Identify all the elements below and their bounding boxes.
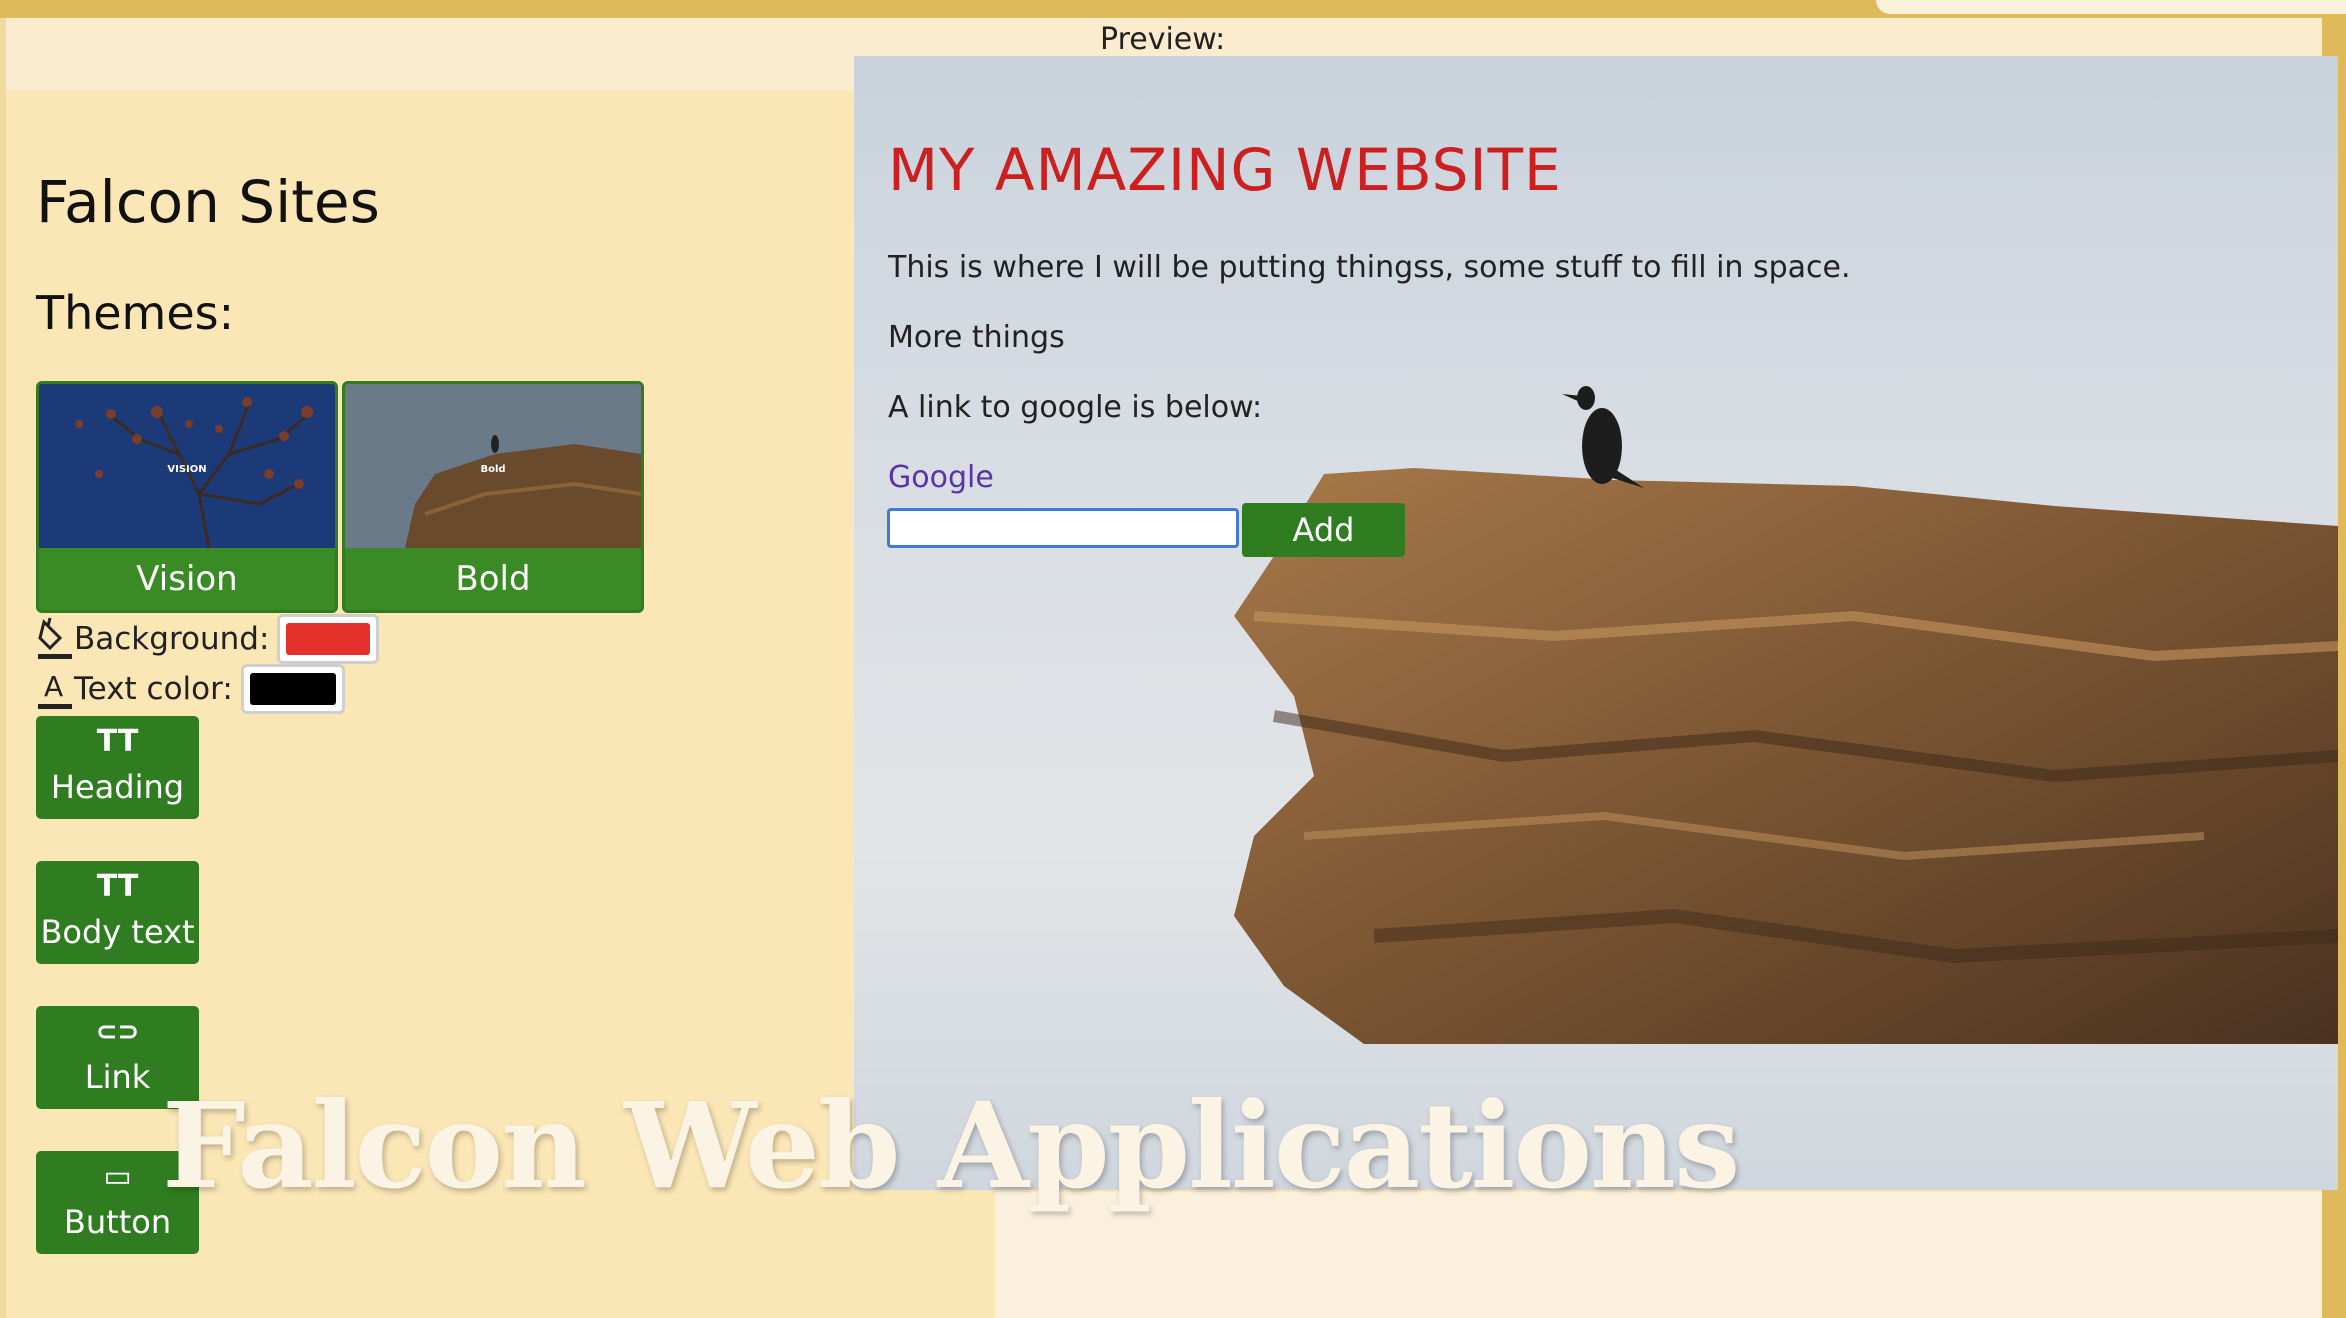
svg-text:A: A — [44, 670, 63, 703]
site-heading: MY AMAZING WEBSITE — [888, 136, 1562, 204]
button-label: Body text — [40, 913, 195, 951]
text-color-picker[interactable] — [240, 664, 345, 714]
theme-card-vision[interactable]: VISION Vision — [36, 381, 338, 613]
paint-bucket-icon — [38, 617, 72, 659]
text-size-icon: TT — [96, 724, 139, 759]
preview-label: Preview: — [1100, 22, 1226, 57]
background-color-value — [286, 623, 371, 655]
theme-card-bold[interactable]: Bold Bold — [342, 381, 644, 613]
watermark-text: Falcon Web Applications — [162, 1076, 1740, 1215]
background-color-row: Background: — [36, 614, 380, 664]
add-button[interactable]: Add — [1242, 503, 1405, 557]
cliff-background-image — [1234, 386, 2338, 1044]
theme-name: Vision — [136, 559, 238, 599]
site-preview: MY AMAZING WEBSITE This is where I will … — [854, 56, 2338, 1190]
site-paragraph: More things — [888, 320, 1065, 355]
app-title: Falcon Sites — [36, 168, 380, 236]
text-color-value — [249, 673, 336, 705]
top-tab — [1876, 0, 2346, 14]
link-plus-icon: ⊂⊃ — [95, 1017, 140, 1047]
theme-thumbnail-vision: VISION — [39, 384, 335, 548]
add-heading-button[interactable]: TT Heading — [36, 716, 199, 819]
background-color-picker[interactable] — [277, 614, 380, 664]
text-color-label: Text color: — [74, 671, 233, 707]
add-body-text-button[interactable]: TT Body text — [36, 861, 199, 964]
button-label: Heading — [50, 768, 185, 806]
google-link[interactable]: Google — [888, 460, 994, 495]
text-color-row: A Text color: — [36, 664, 345, 714]
cormorant-bird — [1562, 386, 1644, 488]
theme-name: Bold — [455, 559, 531, 599]
theme-thumbnail-bold: Bold — [345, 384, 641, 548]
theme-thumbnail-text: Bold — [480, 464, 506, 475]
site-paragraph: A link to google is below: — [888, 390, 1263, 425]
background-label: Background: — [74, 621, 270, 657]
theme-thumbnail-text: VISION — [167, 464, 207, 475]
add-item-input[interactable] — [887, 508, 1239, 548]
window-top-bar — [0, 0, 2346, 18]
text-size-icon: TT — [96, 869, 139, 904]
themes-label: Themes: — [36, 286, 235, 340]
site-paragraph: This is where I will be putting thingss,… — [888, 250, 1851, 285]
text-color-icon: A — [38, 670, 72, 709]
window-left-border — [0, 18, 6, 1318]
